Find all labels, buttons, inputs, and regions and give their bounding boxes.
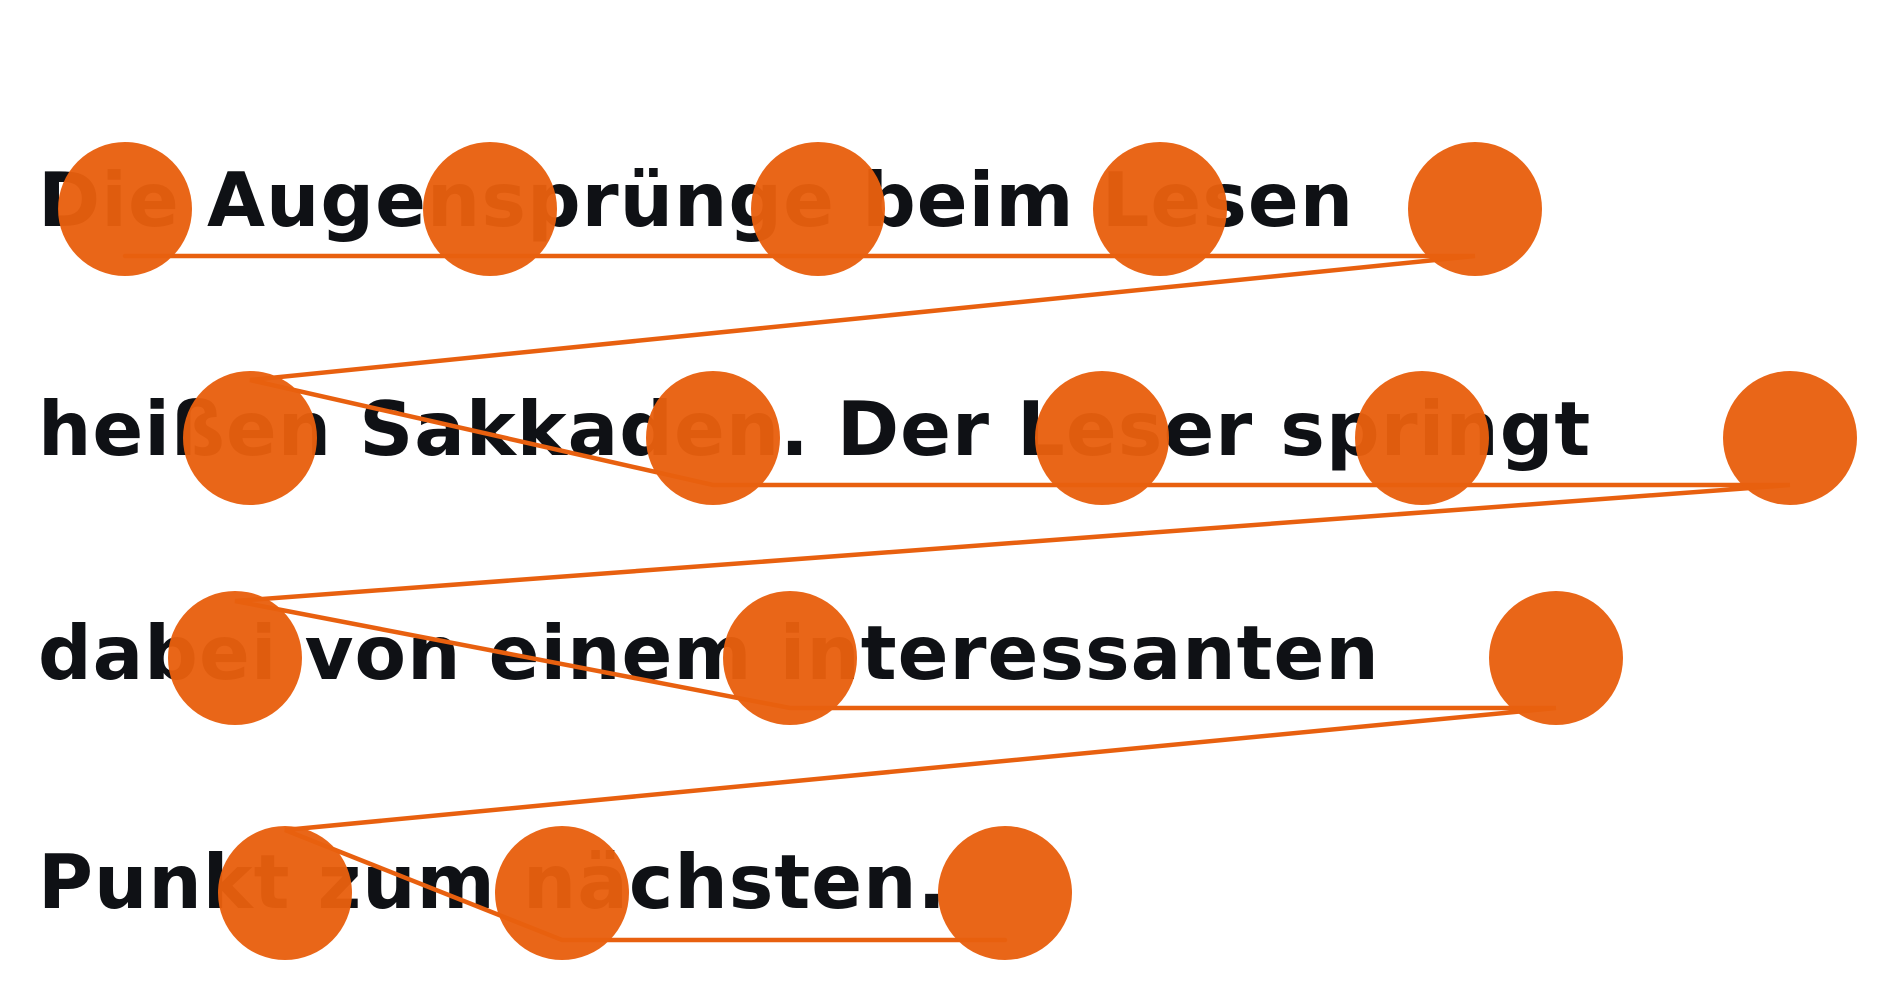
eye-movement-diagram: Die Augensprünge beim Lesen heißen Sakka… xyxy=(0,0,1890,984)
fixation-point xyxy=(1355,371,1489,505)
fixation-point xyxy=(168,591,302,725)
fixation-point xyxy=(423,142,557,276)
fixation-point xyxy=(751,142,885,276)
fixation-overlay xyxy=(58,142,1857,960)
fixation-point xyxy=(58,142,192,276)
fixation-point xyxy=(495,826,629,960)
fixation-point xyxy=(938,826,1072,960)
fixation-point xyxy=(646,371,780,505)
fixation-point xyxy=(723,591,857,725)
fixation-point xyxy=(1723,371,1857,505)
fixation-point xyxy=(183,371,317,505)
fixation-point xyxy=(1035,371,1169,505)
fixation-point xyxy=(218,826,352,960)
fixation-point xyxy=(1093,142,1227,276)
fixation-point xyxy=(1408,142,1542,276)
fixation-point xyxy=(1489,591,1623,725)
